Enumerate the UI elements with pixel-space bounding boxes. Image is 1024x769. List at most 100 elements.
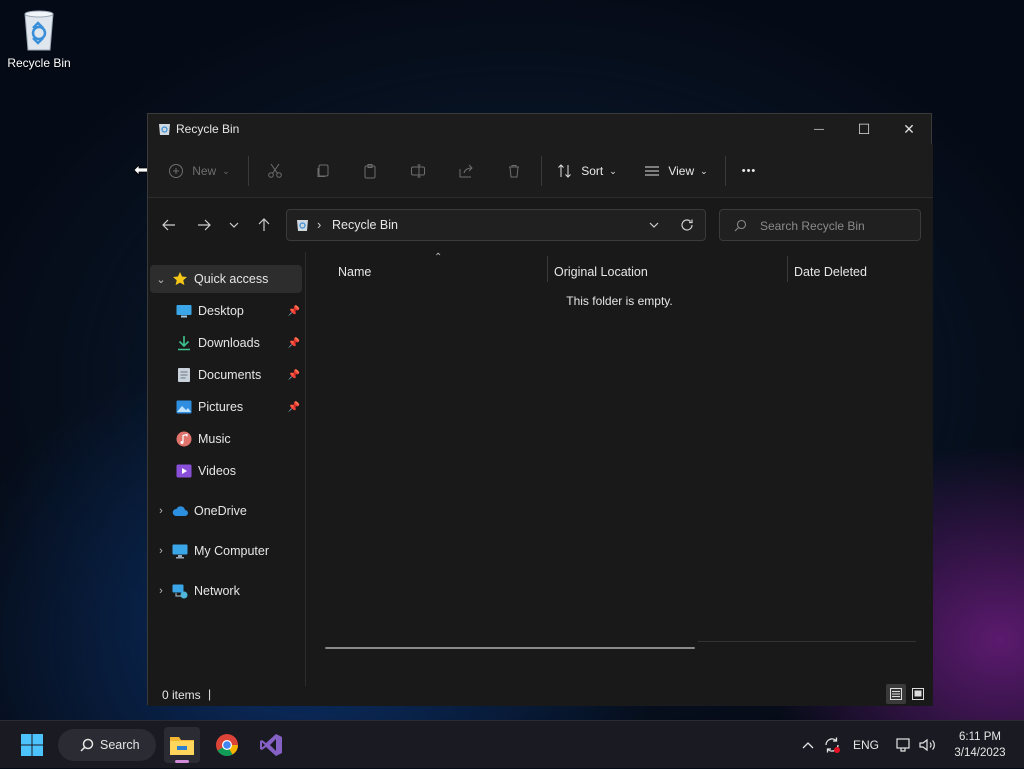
desktop-icon-recycle-bin[interactable]: Recycle Bin (4, 8, 74, 70)
view-button[interactable]: View ⌄ (640, 144, 712, 198)
language-indicator[interactable]: ENG (850, 721, 882, 769)
music-note-icon (176, 431, 192, 447)
folder-icon (170, 737, 194, 755)
column-header-name[interactable]: Name (338, 260, 538, 284)
file-list-pane[interactable]: ⌃ Name Original Location Date Deleted Th… (306, 252, 933, 686)
arrow-up-icon (258, 218, 270, 231)
sidebar-item-downloads[interactable]: Downloads 📌 (176, 329, 302, 357)
chevron-right-icon[interactable]: › (150, 505, 172, 517)
sort-arrows-icon (558, 164, 572, 178)
taskbar-file-explorer[interactable] (164, 727, 200, 763)
breadcrumb-separator: › (317, 217, 322, 232)
new-button[interactable]: New ⌄ (166, 144, 232, 198)
column-resize-handle[interactable] (547, 256, 548, 282)
copy-button[interactable] (308, 144, 338, 198)
recent-locations-button[interactable] (222, 212, 246, 238)
sidebar-item-videos[interactable]: Videos (176, 457, 302, 485)
chevron-down-icon: ⌄ (700, 165, 708, 176)
sidebar-item-label: Network (194, 584, 240, 598)
sidebar-item-label: OneDrive (194, 504, 247, 518)
file-explorer-window: Recycle Bin — ☐ ✕ New ⌄ Sort ⌄ View ⌄ ••… (147, 113, 933, 706)
maximize-icon: ☐ (857, 120, 871, 137)
sort-button[interactable]: Sort ⌄ (552, 144, 622, 198)
ethernet-icon (896, 738, 910, 752)
sidebar-item-network[interactable]: › Network (150, 577, 302, 605)
clock-time: 6:11 PM (959, 731, 1001, 743)
share-button[interactable] (451, 144, 481, 198)
taskbar-visual-studio[interactable] (253, 727, 289, 763)
sidebar-item-my-computer[interactable]: › My Computer (150, 537, 302, 565)
close-icon: ✕ (903, 120, 915, 137)
minimize-button[interactable]: — (796, 114, 842, 144)
refresh-button[interactable] (677, 216, 697, 234)
sidebar-item-onedrive[interactable]: › OneDrive (150, 497, 302, 525)
divider (698, 641, 916, 642)
arrow-left-icon (162, 219, 175, 231)
share-icon (459, 164, 473, 178)
navigation-row: › Recycle Bin (148, 198, 933, 252)
network-status-button[interactable] (894, 721, 914, 769)
show-hidden-icons-button[interactable] (798, 721, 818, 769)
details-view-button[interactable] (886, 684, 906, 704)
paste-button[interactable] (355, 144, 385, 198)
desktop-icon-label: Recycle Bin (7, 56, 71, 70)
sidebar-item-pictures[interactable]: Pictures 📌 (176, 393, 302, 421)
sidebar-item-label: Pictures (198, 400, 244, 414)
speaker-icon (919, 738, 935, 752)
address-bar[interactable]: › Recycle Bin (286, 209, 706, 241)
column-resize-handle[interactable] (787, 256, 788, 282)
column-header-label: Original Location (554, 265, 648, 279)
title-bar[interactable]: Recycle Bin — ☐ ✕ (148, 114, 933, 144)
back-button[interactable] (156, 212, 182, 238)
cloud-icon (172, 503, 188, 519)
volume-button[interactable] (918, 721, 938, 769)
delete-button[interactable] (499, 144, 529, 198)
toolbar-divider (541, 156, 542, 186)
taskbar-search-button[interactable]: Search (58, 729, 156, 761)
sidebar-item-documents[interactable]: Documents 📌 (176, 361, 302, 389)
search-input[interactable] (758, 216, 918, 236)
details-view-icon (890, 688, 902, 700)
sidebar-item-music[interactable]: Music (176, 425, 302, 453)
pin-icon: 📌 (287, 305, 300, 317)
arrow-right-icon (198, 219, 211, 231)
forward-button[interactable] (191, 212, 217, 238)
up-button[interactable] (251, 212, 277, 238)
search-box[interactable] (719, 209, 921, 241)
maximize-button[interactable]: ☐ (841, 114, 887, 144)
tiles-view-button[interactable] (908, 684, 928, 704)
video-icon (176, 463, 192, 479)
column-header-label: Date Deleted (794, 265, 867, 279)
sidebar-item-label: Music (198, 432, 231, 446)
breadcrumb-recycle-bin[interactable]: Recycle Bin (332, 218, 398, 232)
close-button[interactable]: ✕ (886, 114, 932, 144)
column-header-date-deleted[interactable]: Date Deleted (794, 260, 924, 284)
column-header-original-location[interactable]: Original Location (554, 260, 774, 284)
navigation-pane: ⌄ Quick access Desktop 📌 Downloads 📌 Doc… (148, 252, 306, 686)
search-icon (80, 738, 94, 752)
chevron-down-icon: ⌄ (222, 165, 230, 176)
command-bar: New ⌄ Sort ⌄ View ⌄ ••• (148, 144, 933, 198)
taskbar-chrome[interactable] (209, 727, 245, 763)
toolbar-divider (725, 156, 726, 186)
clock-button[interactable]: 6:11 PM 3/14/2023 (944, 729, 1016, 761)
view-button-label: View (668, 164, 695, 178)
chevron-down-icon[interactable]: ⌄ (150, 273, 172, 286)
recycle-bin-icon (297, 220, 308, 231)
sidebar-item-quick-access[interactable]: ⌄ Quick access (150, 265, 302, 293)
start-button[interactable] (14, 727, 50, 763)
scissors-icon (268, 163, 282, 178)
sidebar-item-desktop[interactable]: Desktop 📌 (176, 297, 302, 325)
windows-logo-icon (21, 734, 43, 756)
rename-button[interactable] (403, 144, 433, 198)
more-options-button[interactable]: ••• (734, 144, 764, 198)
horizontal-scrollbar[interactable] (325, 647, 695, 649)
chevron-right-icon[interactable]: › (150, 545, 172, 557)
more-options-icon: ••• (741, 165, 757, 177)
view-list-icon (645, 166, 660, 176)
sidebar-item-label: Quick access (194, 272, 269, 286)
cut-button[interactable] (260, 144, 290, 198)
address-dropdown-button[interactable] (644, 216, 664, 234)
chevron-right-icon[interactable]: › (150, 585, 172, 597)
sync-status-button[interactable] (820, 721, 844, 769)
